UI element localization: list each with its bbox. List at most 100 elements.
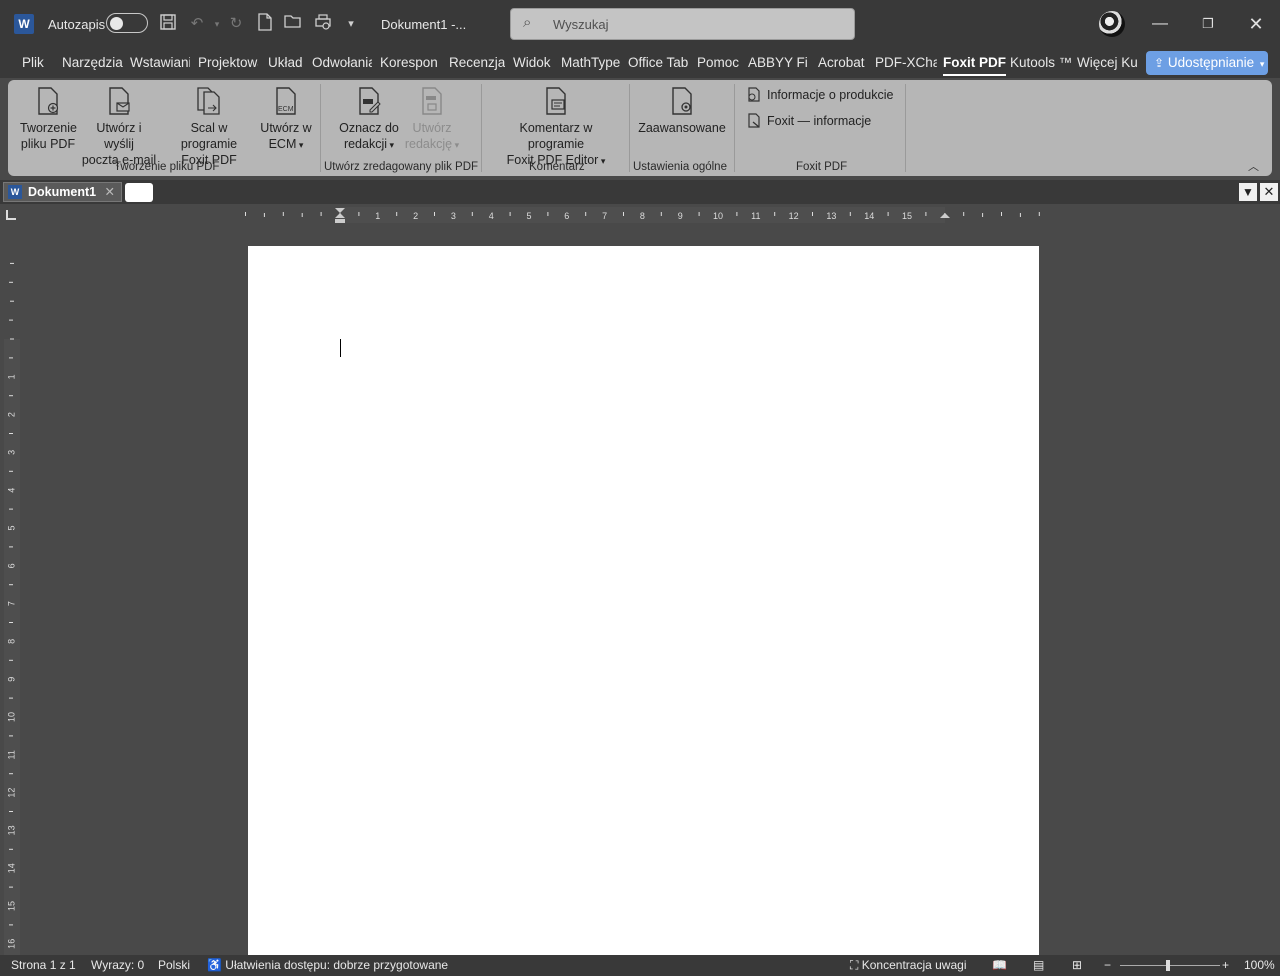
ruler-number: 10 (6, 712, 16, 722)
pdf-comment-icon (546, 87, 566, 115)
create-pdf-button[interactable]: Tworzenie pliku PDF (20, 86, 77, 152)
avatar[interactable] (1099, 11, 1125, 37)
text-cursor (340, 339, 341, 357)
vertical-ruler[interactable]: 12345678910111213141516 (4, 245, 20, 955)
restore-icon[interactable]: ❐ (1193, 10, 1223, 38)
ruler-number: 13 (6, 825, 16, 835)
collapse-ribbon-icon[interactable]: ︿ (1248, 158, 1259, 174)
zoom-slider-thumb[interactable] (1166, 960, 1170, 971)
comment-in-foxit-button[interactable]: Komentarz w programie Foxit PDF Editor ▾ (490, 86, 622, 169)
print-layout-icon[interactable]: ▤ (1033, 958, 1044, 972)
create-in-ecm-button[interactable]: ECM Utwórz w ECM ▾ (258, 86, 314, 153)
tab-foxit-pdf[interactable]: Foxit PDF (943, 55, 1006, 76)
document-tabs-bar: W Dokument1 ✕ ▼ ✕ (0, 180, 1280, 204)
group-label-general-settings: Ustawienia ogólne (633, 161, 727, 173)
tab-mathtype[interactable]: MathType (561, 55, 620, 70)
web-layout-icon[interactable]: ⊞ (1072, 958, 1082, 972)
focus-mode-button[interactable]: ⛶ Koncentracja uwagi (850, 958, 966, 973)
tab-korespondencja[interactable]: Korespon (380, 55, 440, 70)
ruler-number: 10 (713, 211, 723, 221)
undo-icon[interactable]: ↶ (186, 13, 208, 35)
pdf-settings-icon (672, 87, 692, 115)
tab-recenzja[interactable]: Recenzja (449, 55, 505, 70)
accessibility-icon: ♿ (207, 958, 222, 972)
advanced-settings-button[interactable]: Zaawansowane (638, 86, 726, 136)
autosave-toggle[interactable] (106, 13, 148, 33)
tab-kutools[interactable]: Kutools ™ (1010, 55, 1072, 70)
tab-list-dropdown-icon[interactable]: ▼ (1239, 183, 1257, 201)
close-tab-icon[interactable]: ✕ (105, 183, 115, 201)
tab-pdf-xchange[interactable]: PDF-XChar (875, 55, 937, 70)
redo-icon[interactable]: ↻ (225, 13, 247, 35)
apply-redaction-button[interactable]: Utwórz redakcję ▾ (402, 86, 462, 153)
about-doc-icon (748, 113, 760, 128)
product-info-button[interactable]: Informacje o produkcie (747, 87, 893, 102)
zoom-slider[interactable] (1120, 965, 1220, 966)
page-count[interactable]: Strona 1 z 1 (11, 958, 76, 972)
tab-selector[interactable] (6, 210, 16, 220)
tab-narzedzia[interactable]: Narzędzia (62, 55, 123, 70)
minimize-icon[interactable]: — (1145, 10, 1175, 38)
new-tab-button[interactable] (125, 183, 153, 202)
customize-toolbar-icon[interactable]: ▾ (340, 13, 362, 35)
tab-abbyy[interactable]: ABBYY Fine (748, 55, 808, 70)
ruler-number: 11 (6, 750, 16, 759)
share-button[interactable]: ⇪ Udostępnianie ▾ (1146, 51, 1268, 75)
chevron-down-icon: ▾ (452, 140, 460, 150)
share-label: Udostępnianie (1167, 55, 1255, 70)
chevron-down-icon: ▾ (296, 140, 304, 150)
document-page[interactable] (248, 246, 1039, 956)
group-label-foxit-pdf: Foxit PDF (796, 161, 848, 173)
group-label-redaction: Utwórz zredagowany plik PDF (324, 161, 479, 173)
ruler-number: 1 (375, 211, 380, 221)
close-document-icon[interactable]: ✕ (1260, 183, 1278, 201)
create-and-email-button[interactable]: Utwórz i wyślij pocztą e-mail (80, 86, 158, 168)
close-icon[interactable]: ✕ (1241, 10, 1271, 38)
ruler-number: 16 (6, 939, 16, 949)
document-tab-label: Dokument1 (28, 185, 97, 199)
focus-icon: ⛶ (850, 958, 859, 972)
pdf-ecm-icon: ECM (276, 87, 296, 115)
tab-more-kutools[interactable]: Więcej Ku (1077, 55, 1137, 70)
chevron-down-icon: ▾ (387, 140, 395, 150)
ruler-number: 2 (6, 412, 16, 417)
zoom-in-icon[interactable]: + (1222, 958, 1229, 972)
ruler-number: 9 (678, 211, 683, 221)
zoom-level[interactable]: 100% (1244, 958, 1275, 972)
ruler-number: 9 (6, 677, 16, 682)
accessibility-status[interactable]: ♿ Ułatwienia dostępu: dobrze przygotowan… (207, 958, 448, 972)
tab-odwolania[interactable]: Odwołania (312, 55, 372, 70)
merge-in-foxit-button[interactable]: Scal w programie Foxit PDF (162, 86, 256, 168)
info-doc-icon (748, 87, 760, 102)
print-preview-icon[interactable] (312, 13, 334, 35)
horizontal-ruler[interactable]: 1 2 3 4 5 6 7 8 9 10 11 12 13 14 15 (244, 207, 1044, 223)
ruler-number: 5 (526, 211, 531, 221)
tab-office-tab[interactable]: Office Tab (628, 55, 688, 70)
word-count[interactable]: Wyrazy: 0 (91, 958, 144, 972)
search-box[interactable]: ⌕ Wyszukaj (510, 8, 855, 40)
chevron-down-icon: ▾ (598, 156, 606, 166)
group-label-create-pdf: Tworzenie pliku PDF (114, 161, 220, 173)
language-indicator[interactable]: Polski (158, 958, 190, 972)
group-label-comment: Komentarz (529, 161, 585, 173)
open-folder-icon[interactable] (282, 13, 304, 35)
read-mode-icon[interactable]: 📖 (992, 958, 1007, 972)
tab-projektowanie[interactable]: Projektowa (198, 55, 258, 70)
ruler-number: 6 (564, 211, 569, 221)
save-icon[interactable] (157, 13, 179, 35)
pdf-mark-icon (359, 87, 381, 115)
tab-plik[interactable]: Plik (22, 55, 44, 70)
tab-wstawianie[interactable]: Wstawiani (130, 55, 190, 70)
tab-pomoc[interactable]: Pomoc (697, 55, 739, 70)
tab-uklad[interactable]: Układ (268, 55, 303, 70)
ruler-number: 6 (6, 563, 16, 568)
about-foxit-button[interactable]: Foxit — informacje (747, 113, 871, 128)
search-icon: ⌕ (523, 14, 532, 31)
zoom-out-icon[interactable]: − (1104, 958, 1111, 972)
document-tab[interactable]: W Dokument1 ✕ (3, 182, 122, 202)
ruler-number: 13 (826, 211, 836, 221)
mark-for-redaction-button[interactable]: Oznacz do redakcji ▾ (336, 86, 402, 153)
tab-widok[interactable]: Widok (513, 55, 551, 70)
tab-acrobat[interactable]: Acrobat (818, 55, 865, 70)
new-document-icon[interactable] (254, 13, 276, 35)
